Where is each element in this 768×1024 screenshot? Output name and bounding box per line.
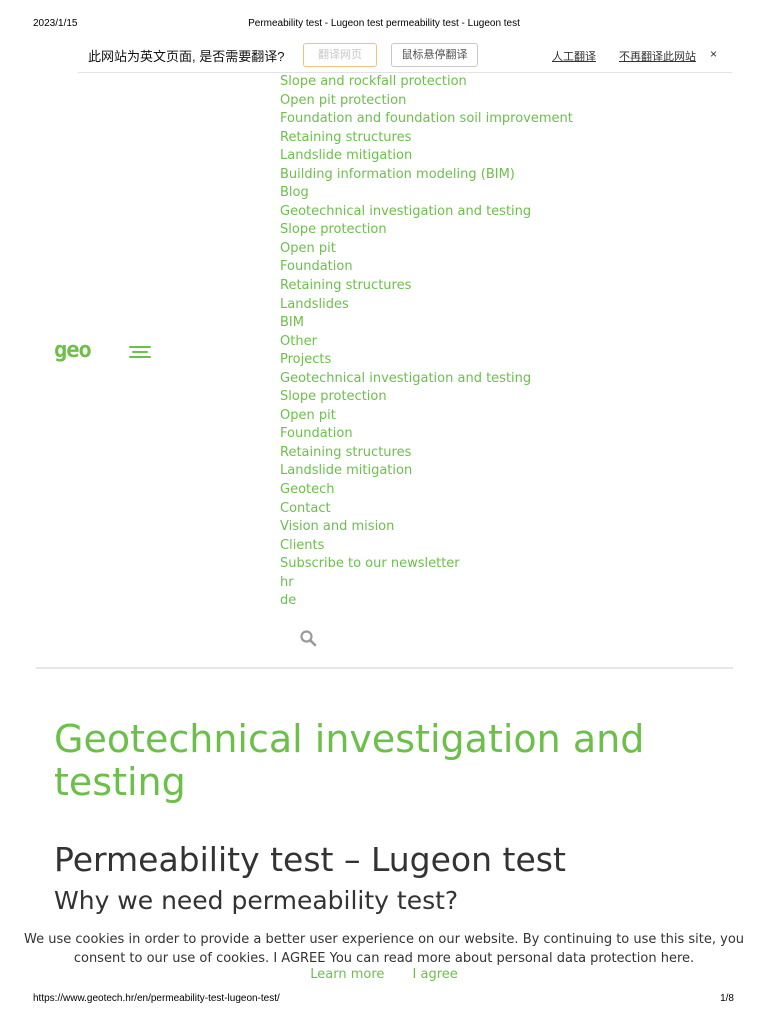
nav-item[interactable]: Other bbox=[280, 333, 573, 352]
print-url: https://www.geotech.hr/en/permeability-t… bbox=[33, 993, 280, 1004]
close-icon[interactable]: × bbox=[710, 47, 717, 61]
nav-item[interactable]: Retaining structures bbox=[280, 277, 573, 296]
translate-page-button[interactable]: 翻译网页 bbox=[303, 43, 377, 67]
nav-item[interactable]: de bbox=[280, 592, 573, 611]
translate-bar: 此网站为英文页面, 是否需要翻译? 翻译网页 鼠标悬停翻译 人工翻译 不再翻译此… bbox=[78, 40, 732, 73]
nav-item[interactable]: Geotechnical investigation and testing bbox=[280, 370, 573, 389]
nav-item[interactable]: BIM bbox=[280, 314, 573, 333]
hamburger-menu-icon[interactable] bbox=[129, 346, 151, 358]
nav-item[interactable]: Landslides bbox=[280, 296, 573, 315]
learn-more-link[interactable]: Learn more bbox=[310, 967, 384, 982]
hover-translate-button[interactable]: 鼠标悬停翻译 bbox=[391, 43, 478, 67]
nav-item[interactable]: Open pit bbox=[280, 240, 573, 259]
nav-item[interactable]: Blog bbox=[280, 184, 573, 203]
header-divider bbox=[36, 667, 733, 669]
cookie-banner: We use cookies in order to provide a bet… bbox=[0, 927, 768, 987]
section-heading: Why we need permeability test? bbox=[54, 886, 459, 915]
agree-button[interactable]: I agree bbox=[413, 967, 458, 982]
nav-item[interactable]: Contact bbox=[280, 500, 573, 519]
search-icon[interactable] bbox=[299, 629, 317, 647]
nav-item[interactable]: Landslide mitigation bbox=[280, 462, 573, 481]
nav-item[interactable]: Slope and rockfall protection bbox=[280, 73, 573, 92]
nav-item[interactable]: Foundation bbox=[280, 258, 573, 277]
never-translate-link[interactable]: 不再翻译此网站 bbox=[619, 48, 696, 64]
nav-item[interactable]: Open pit protection bbox=[280, 92, 573, 111]
nav-item[interactable]: Vision and mision bbox=[280, 518, 573, 537]
cookie-actions: Learn more I agree bbox=[0, 967, 768, 982]
human-translate-link[interactable]: 人工翻译 bbox=[552, 48, 596, 64]
nav-item[interactable]: hr bbox=[280, 574, 573, 593]
nav-item[interactable]: Geotech bbox=[280, 481, 573, 500]
site-logo[interactable]: geo bbox=[54, 338, 92, 363]
category-title: Geotechnical investigation and testing bbox=[54, 717, 645, 804]
nav-item[interactable]: Subscribe to our newsletter bbox=[280, 555, 573, 574]
nav-item[interactable]: Building information modeling (BIM) bbox=[280, 166, 573, 185]
cookie-text: We use cookies in order to provide a bet… bbox=[24, 932, 745, 966]
nav-item[interactable]: Foundation and foundation soil improveme… bbox=[280, 110, 573, 129]
translate-prompt: 此网站为英文页面, 是否需要翻译? bbox=[88, 49, 285, 64]
page-title: Permeability test – Lugeon test bbox=[54, 840, 566, 879]
nav-item[interactable]: Open pit bbox=[280, 407, 573, 426]
nav-item[interactable]: Retaining structures bbox=[280, 129, 573, 148]
nav-item[interactable]: Projects bbox=[280, 351, 573, 370]
main-nav: Slope and rockfall protection Open pit p… bbox=[280, 73, 573, 611]
print-footer: https://www.geotech.hr/en/permeability-t… bbox=[0, 993, 768, 1007]
print-header: 2023/1/15 Permeability test - Lugeon tes… bbox=[0, 16, 768, 32]
nav-item[interactable]: Slope protection bbox=[280, 388, 573, 407]
nav-item[interactable]: Clients bbox=[280, 537, 573, 556]
page-number: 1/8 bbox=[720, 993, 734, 1004]
nav-item[interactable]: Retaining structures bbox=[280, 444, 573, 463]
nav-item[interactable]: Geotechnical investigation and testing bbox=[280, 203, 573, 222]
nav-item[interactable]: Slope protection bbox=[280, 221, 573, 240]
nav-item[interactable]: Foundation bbox=[280, 425, 573, 444]
print-title: Permeability test - Lugeon test permeabi… bbox=[248, 18, 520, 29]
nav-item[interactable]: Landslide mitigation bbox=[280, 147, 573, 166]
